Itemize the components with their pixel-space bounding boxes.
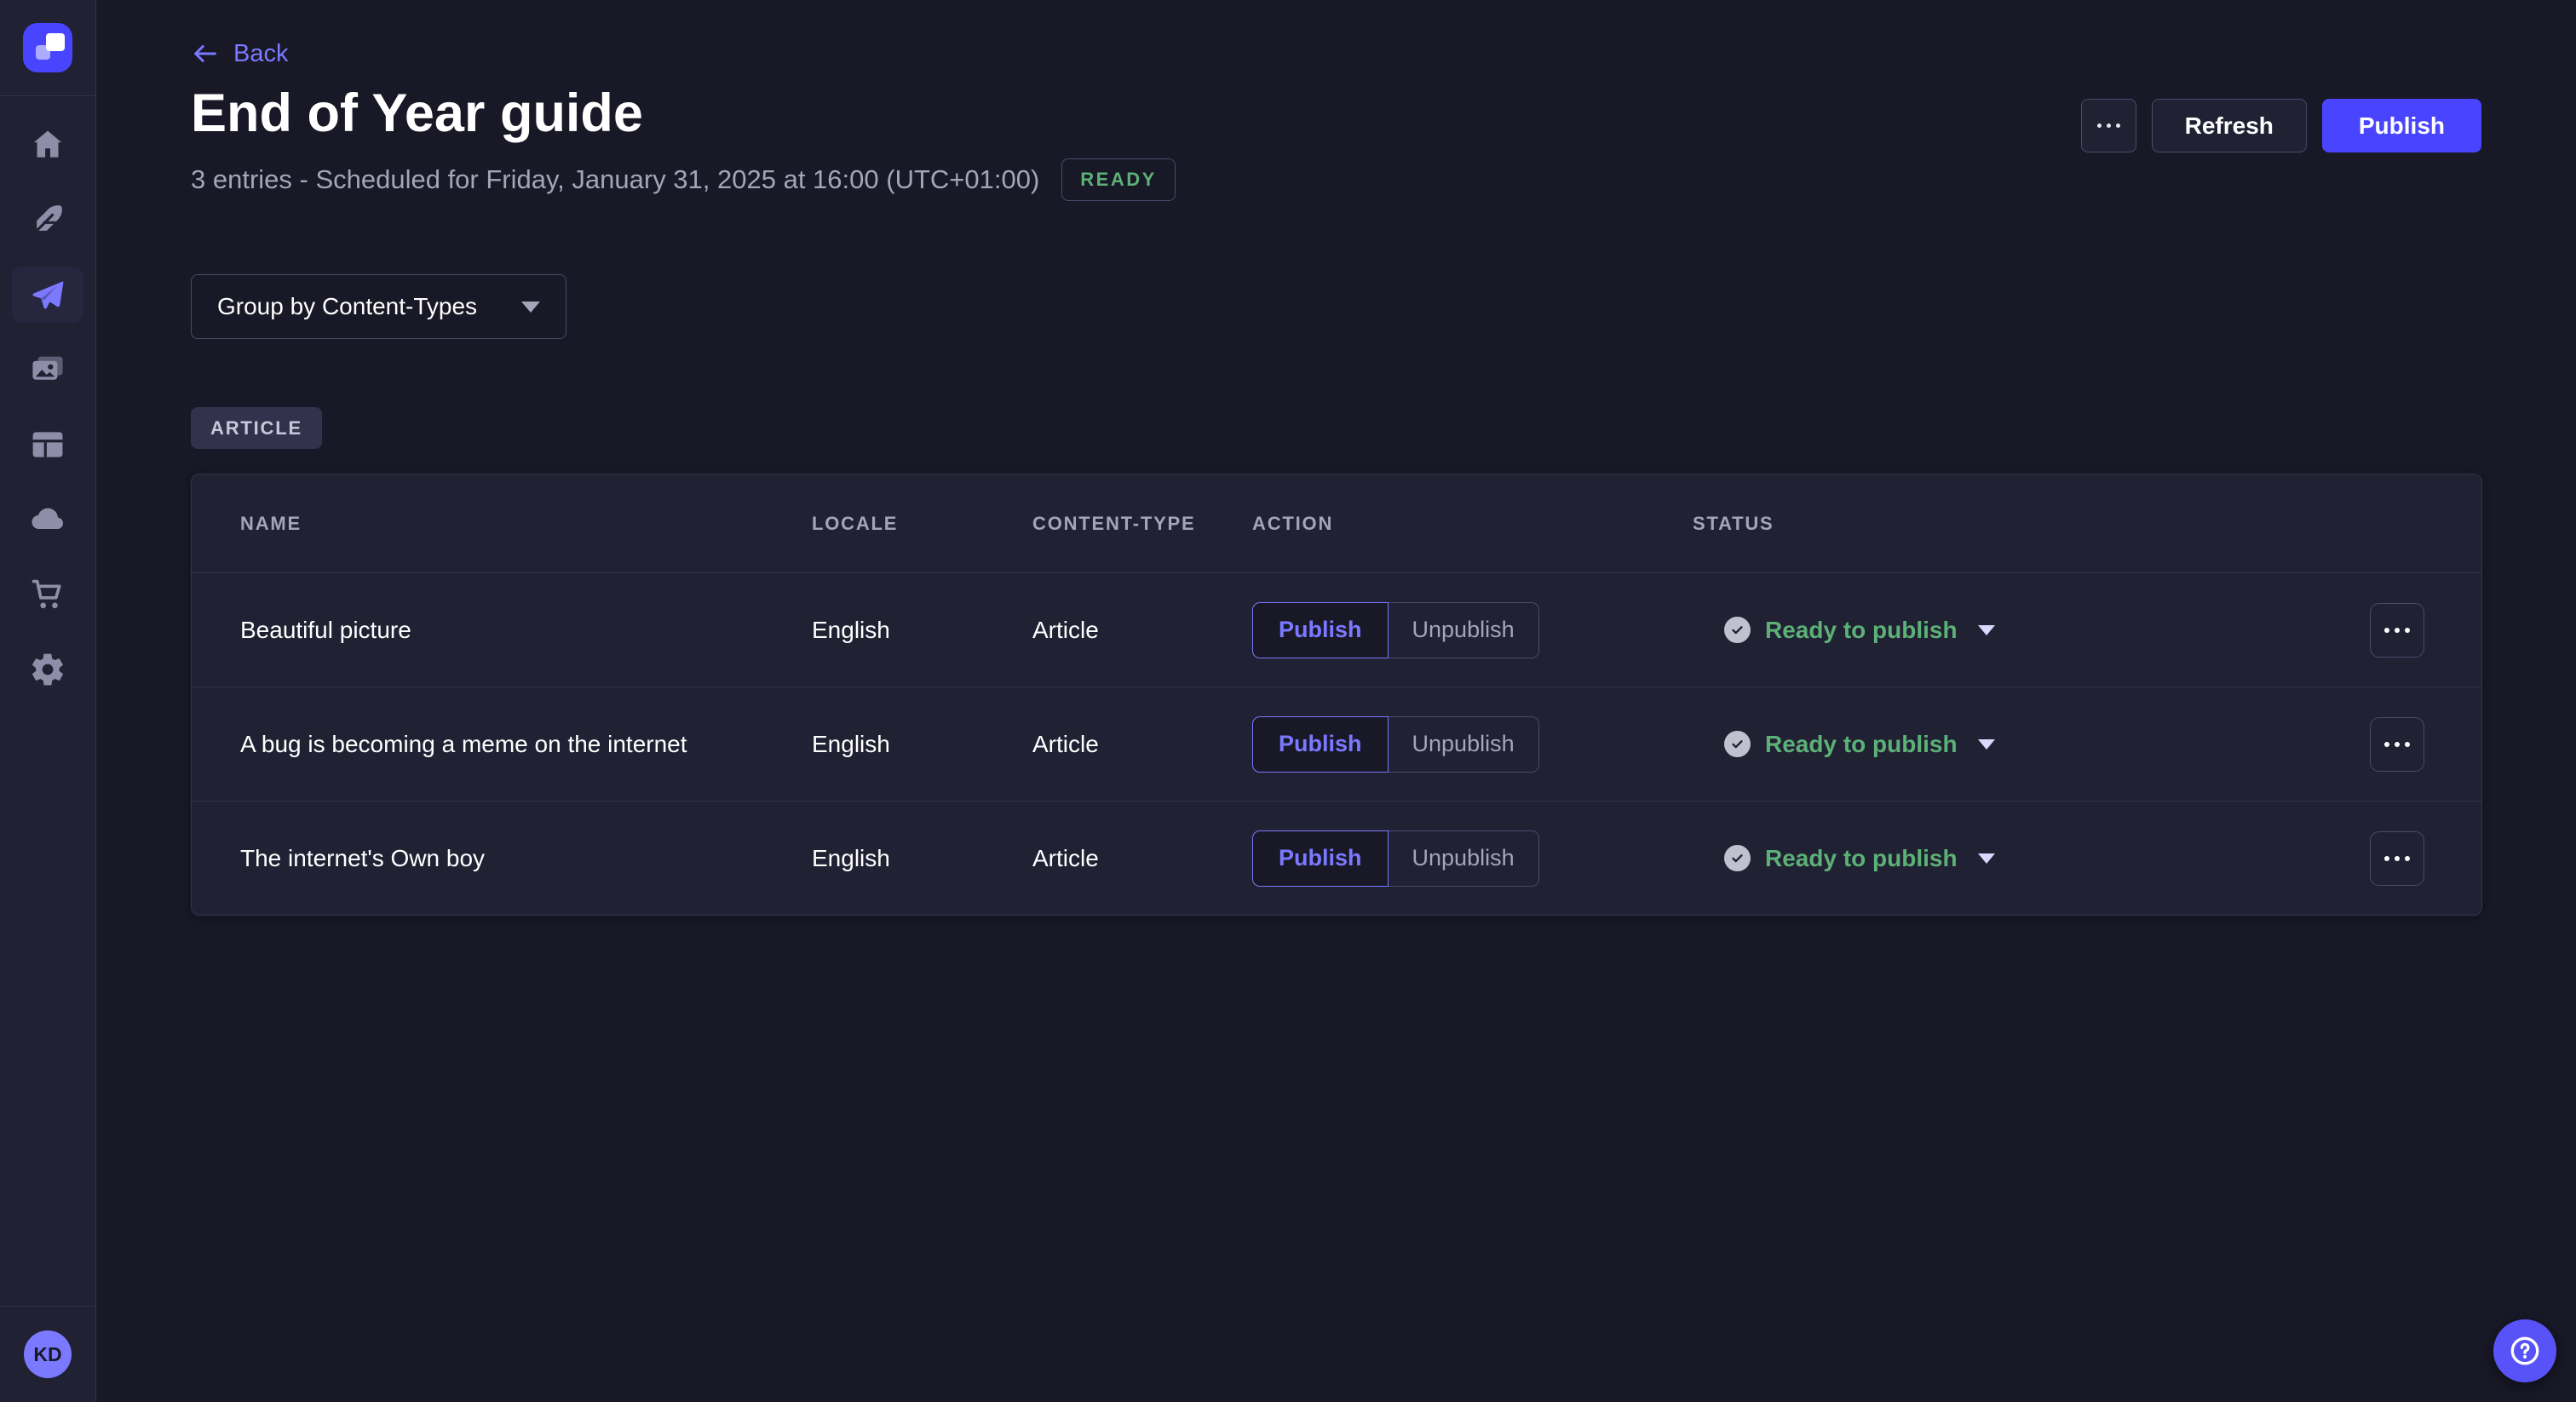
- entry-locale: English: [812, 845, 1032, 872]
- entry-status-label: Ready to publish: [1765, 845, 1958, 872]
- refresh-button[interactable]: Refresh: [2152, 99, 2307, 152]
- sidebar-item-releases[interactable]: [10, 257, 85, 332]
- column-header-locale: LOCALE: [812, 513, 1032, 535]
- chevron-down-icon: [521, 302, 540, 313]
- sidebar-item-content-manager[interactable]: [10, 182, 85, 257]
- publish-toggle-button[interactable]: Publish: [1252, 830, 1389, 887]
- table-row: The internet's Own boy English Article P…: [192, 801, 2481, 915]
- layout-icon: [29, 426, 66, 463]
- sidebar: KD: [0, 0, 96, 1402]
- cloud-icon: [29, 501, 66, 538]
- entry-locale: English: [812, 617, 1032, 644]
- back-label: Back: [233, 40, 288, 68]
- sidebar-footer: KD: [0, 1306, 95, 1402]
- sidebar-item-media-library[interactable]: [10, 332, 85, 407]
- entry-status-dropdown[interactable]: Ready to publish: [1693, 731, 2361, 758]
- subtitle-row: 3 entries - Scheduled for Friday, Januar…: [191, 157, 1176, 203]
- header-actions: Refresh Publish: [2081, 99, 2481, 152]
- strapi-logo-icon: [23, 23, 72, 72]
- entry-content-type: Article: [1032, 617, 1252, 644]
- caret-down-icon: [1978, 739, 1995, 750]
- row-more-button[interactable]: [2370, 603, 2424, 658]
- ellipsis-icon: [2097, 124, 2120, 128]
- publish-button[interactable]: Publish: [2322, 99, 2481, 152]
- gear-icon: [29, 651, 66, 688]
- ellipsis-icon: [2384, 628, 2410, 633]
- logo-box: [0, 0, 95, 96]
- action-toggle: Publish Unpublish: [1252, 830, 1693, 887]
- column-header-content-type: CONTENT-TYPE: [1032, 513, 1252, 535]
- entry-name: Beautiful picture: [240, 617, 812, 644]
- group-by-label: Group by Content-Types: [217, 293, 477, 320]
- table-header-row: NAME LOCALE CONTENT-TYPE ACTION STATUS: [192, 474, 2481, 572]
- unpublish-toggle-button[interactable]: Unpublish: [1389, 602, 1539, 658]
- entry-status-label: Ready to publish: [1765, 617, 1958, 644]
- feather-icon: [29, 201, 66, 238]
- row-more-button[interactable]: [2370, 717, 2424, 772]
- action-toggle: Publish Unpublish: [1252, 716, 1693, 773]
- group-header-badge: ARTICLE: [191, 407, 322, 449]
- table-row: Beautiful picture English Article Publis…: [192, 572, 2481, 687]
- ellipsis-icon: [2384, 856, 2410, 861]
- entry-status-label: Ready to publish: [1765, 731, 1958, 758]
- column-header-status: STATUS: [1693, 513, 2361, 535]
- sidebar-item-home[interactable]: [10, 107, 85, 182]
- sidebar-nav: [0, 96, 95, 707]
- check-circle-icon: [1724, 617, 1751, 643]
- avatar[interactable]: KD: [24, 1330, 72, 1378]
- table-row: A bug is becoming a meme on the internet…: [192, 687, 2481, 801]
- column-header-action: ACTION: [1252, 513, 1693, 535]
- caret-down-icon: [1978, 625, 1995, 635]
- home-icon: [29, 126, 66, 164]
- back-link[interactable]: Back: [191, 39, 288, 68]
- sidebar-item-settings[interactable]: [10, 632, 85, 707]
- publish-toggle-button[interactable]: Publish: [1252, 716, 1389, 773]
- ellipsis-icon: [2384, 742, 2410, 747]
- unpublish-toggle-button[interactable]: Unpublish: [1389, 716, 1539, 773]
- status-badge: READY: [1061, 158, 1176, 201]
- entry-name: The internet's Own boy: [240, 845, 812, 872]
- check-circle-icon: [1724, 731, 1751, 757]
- group-by-select[interactable]: Group by Content-Types: [191, 274, 566, 339]
- cart-icon: [29, 576, 66, 613]
- page-subtitle: 3 entries - Scheduled for Friday, Januar…: [191, 164, 1039, 195]
- sidebar-item-content-type-builder[interactable]: [10, 407, 85, 482]
- publish-toggle-button[interactable]: Publish: [1252, 602, 1389, 658]
- action-toggle: Publish Unpublish: [1252, 602, 1693, 658]
- unpublish-toggle-button[interactable]: Unpublish: [1389, 830, 1539, 887]
- paper-plane-icon: [29, 276, 66, 313]
- avatar-initials: KD: [33, 1343, 61, 1366]
- arrow-left-icon: [191, 39, 220, 68]
- entries-table: NAME LOCALE CONTENT-TYPE ACTION STATUS B…: [191, 474, 2482, 916]
- caret-down-icon: [1978, 853, 1995, 864]
- page-title: End of Year guide: [191, 83, 643, 144]
- entry-content-type: Article: [1032, 845, 1252, 872]
- more-actions-button[interactable]: [2081, 99, 2136, 152]
- column-header-name: NAME: [240, 513, 812, 535]
- entry-name: A bug is becoming a meme on the internet: [240, 731, 812, 758]
- row-more-button[interactable]: [2370, 831, 2424, 886]
- sidebar-item-deploy[interactable]: [10, 482, 85, 557]
- check-circle-icon: [1724, 845, 1751, 871]
- entry-status-dropdown[interactable]: Ready to publish: [1693, 617, 2361, 644]
- sidebar-item-marketplace[interactable]: [10, 557, 85, 632]
- entry-status-dropdown[interactable]: Ready to publish: [1693, 845, 2361, 872]
- media-gallery-icon: [29, 351, 66, 388]
- help-button[interactable]: [2493, 1319, 2556, 1382]
- entry-locale: English: [812, 731, 1032, 758]
- entry-content-type: Article: [1032, 731, 1252, 758]
- question-mark-icon: [2507, 1333, 2543, 1369]
